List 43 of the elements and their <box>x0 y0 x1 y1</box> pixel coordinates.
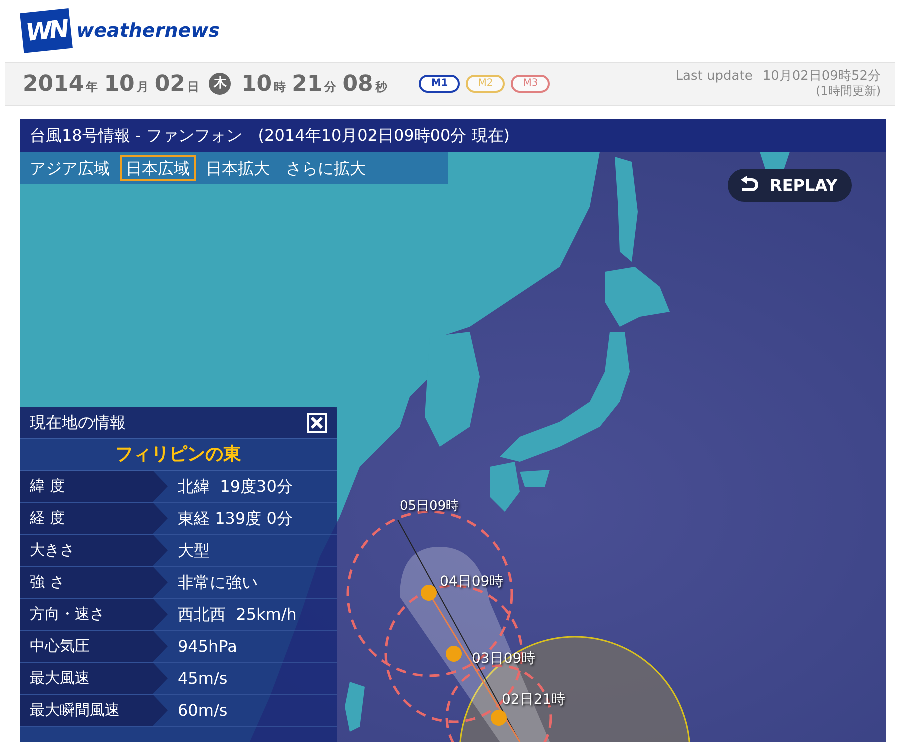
map-tab[interactable]: 日本広域 <box>120 155 196 181</box>
mode-button[interactable]: M3 <box>511 75 550 93</box>
date-part: 02 日 <box>154 70 200 98</box>
info-label: 中心気圧 <box>20 631 168 662</box>
logo-mark: WN <box>20 8 73 54</box>
logo-text: weathernews <box>76 18 220 44</box>
close-icon <box>311 416 323 428</box>
update-interval-note: (1時間更新) <box>816 84 881 99</box>
date-part: 10 月 <box>104 70 149 98</box>
replay-button[interactable]: REPLAY <box>728 169 852 202</box>
info-value: 西北西 25km/h <box>177 604 297 626</box>
time-part: 10 時 <box>241 70 286 98</box>
close-button[interactable] <box>307 412 327 432</box>
info-value: 非常に強い <box>177 572 258 594</box>
time-part: 21 分 <box>292 70 337 98</box>
info-value: 北緯 19度30分 <box>177 476 293 498</box>
info-label: 緯 度 <box>20 471 168 502</box>
forecast-time-label: 04日09時 <box>440 573 504 592</box>
time-part: 08 秒 <box>342 70 388 98</box>
info-label: 最大瞬間風速 <box>20 695 168 726</box>
map-tab[interactable]: アジア広域 <box>24 155 116 181</box>
info-value: 945hPa <box>177 636 238 658</box>
info-panel-title: 現在地の情報 <box>30 412 126 434</box>
mode-button[interactable]: M1 <box>419 75 460 93</box>
forecast-time-label: 02日21時 <box>502 691 566 710</box>
info-value: 60m/s <box>177 700 228 722</box>
info-value: 45m/s <box>177 668 228 690</box>
date-part: 2014年 <box>23 70 98 98</box>
last-update-label: Last update <box>676 69 753 84</box>
forecast-time-label: 05日09時 <box>400 498 460 516</box>
panel-title: 台風18号情報 - ファンフォン (2014年10月02日09時00分 現在) <box>20 119 886 152</box>
info-label: 経 度 <box>20 503 168 534</box>
map-tab[interactable]: さらに拡大 <box>280 155 372 181</box>
info-value: 東経 139度 0分 <box>177 508 293 530</box>
last-update-time: 10月02日09時52分 <box>762 69 881 84</box>
info-label: 最大風速 <box>20 663 168 694</box>
info-value: 大型 <box>177 540 210 562</box>
info-label: 大きさ <box>20 535 168 566</box>
location-name: フィリピンの東 <box>116 443 242 467</box>
weekday-badge: 木 <box>209 73 232 95</box>
map-tab[interactable]: 日本拡大 <box>200 155 276 181</box>
info-label: 方向・速さ <box>20 599 168 630</box>
info-label: 強 さ <box>20 567 168 598</box>
